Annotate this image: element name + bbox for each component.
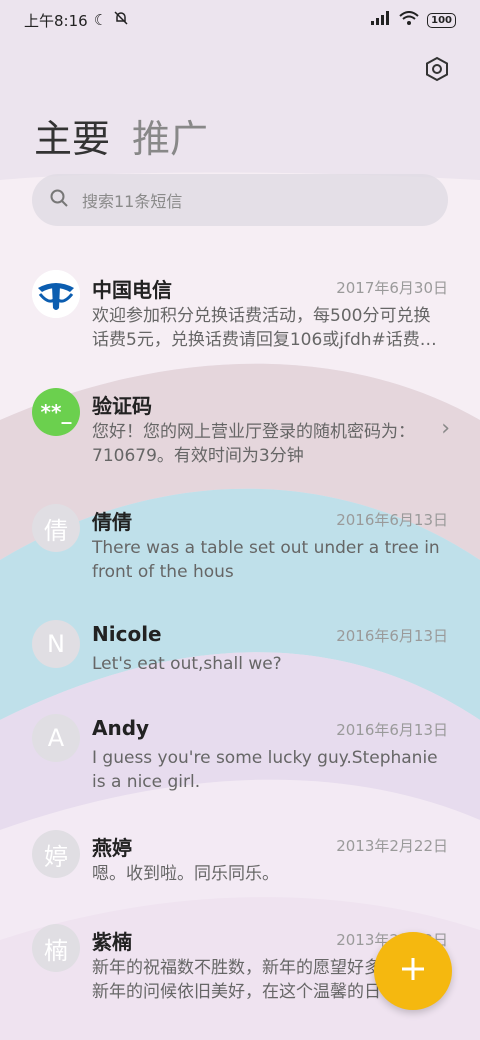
contact-name: 紫楠: [92, 930, 132, 954]
message-date: 2016年6月13日: [336, 511, 448, 529]
settings-hexagon-icon[interactable]: [424, 56, 450, 82]
search-placeholder: 搜索11条短信: [82, 192, 183, 211]
battery-icon: 100: [427, 12, 456, 28]
tab-promo[interactable]: 推广: [132, 108, 208, 163]
bell-off-icon: [113, 10, 129, 30]
wifi-icon: [399, 11, 419, 29]
tab-bar: 主要 推广: [34, 108, 208, 163]
search-icon: [50, 189, 68, 211]
message-preview: I guess you're some lucky guy.Stephanie …: [92, 748, 438, 792]
message-date: 2016年6月13日: [336, 721, 448, 739]
moon-icon: ☾: [93, 11, 108, 29]
avatar: A: [32, 714, 80, 762]
avatar: 婷: [32, 830, 80, 878]
search-input[interactable]: 搜索11条短信: [32, 174, 448, 226]
message-preview: Let's eat out,shall we?: [92, 654, 282, 674]
verification-avatar: **_: [32, 388, 80, 436]
message-date: 2013年2月22日: [336, 837, 448, 855]
status-time: 上午8:16: [24, 11, 88, 30]
message-preview: 嗯。收到啦。同乐同乐。: [92, 864, 279, 884]
avatar: 楠: [32, 924, 80, 972]
avatar: N: [32, 620, 80, 668]
conversation-item[interactable]: A Andy 2016年6月13日 I guess you're some lu…: [0, 708, 480, 808]
conversation-item[interactable]: **_ 验证码 › 您好！您的网上营业厅登录的随机密码为：710679。有效时间…: [0, 382, 480, 482]
conversation-item[interactable]: 婷 燕婷 2013年2月22日 嗯。收到啦。同乐同乐。: [0, 824, 480, 904]
conversation-item[interactable]: 中国电信 2017年6月30日 欢迎参加积分兑换话费活动，每500分可兑换话费5…: [0, 254, 480, 364]
chevron-right-icon[interactable]: ›: [441, 416, 450, 441]
message-preview: 您好！您的网上营业厅登录的随机密码为：710679。有效时间为3分钟: [92, 422, 415, 466]
conversation-item[interactable]: 倩 倩倩 2016年6月13日 There was a table set ou…: [0, 498, 480, 598]
contact-name: 燕婷: [92, 836, 132, 860]
conversation-item[interactable]: N Nicole 2016年6月13日 Let's eat out,shall …: [0, 614, 480, 694]
message-preview: 欢迎参加积分兑换话费活动，每500分可兑换话费5元，兑换话费请回复106或jfd…: [92, 306, 437, 350]
contact-name: 中国电信: [92, 278, 172, 302]
message-date: 2016年6月13日: [336, 627, 448, 645]
contact-name: 验证码: [92, 394, 152, 418]
contact-name: Andy: [92, 716, 150, 740]
plus-icon: [399, 955, 427, 987]
message-preview: There was a table set out under a tree i…: [92, 538, 440, 582]
contact-name: 倩倩: [92, 510, 132, 534]
contact-name: Nicole: [92, 622, 162, 646]
status-bar: 上午8:16 ☾ 100: [0, 0, 480, 40]
china-telecom-logo: [32, 270, 80, 318]
message-date: 2017年6月30日: [336, 279, 448, 297]
avatar: 倩: [32, 504, 80, 552]
tab-main[interactable]: 主要: [34, 108, 110, 163]
new-message-button[interactable]: [374, 932, 452, 1010]
signal-icon: [371, 11, 391, 29]
